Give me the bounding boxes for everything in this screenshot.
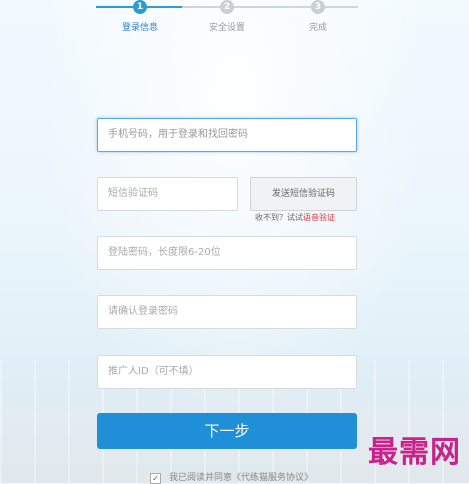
- step-number: 3: [311, 0, 325, 14]
- confirm-password-input[interactable]: 请确认登录密码: [97, 295, 357, 329]
- referrer-id-input[interactable]: 推广人ID（可不填）: [97, 355, 357, 389]
- step-label: 完成: [308, 23, 327, 33]
- next-step-button[interactable]: 下一步: [97, 413, 357, 449]
- voice-verify-hint: 收不到？试试语音验证: [255, 212, 335, 223]
- step-label: 安全设置: [208, 23, 245, 33]
- password-input[interactable]: 登陆密码，长度限6-20位: [97, 236, 357, 270]
- step-security: 2 安全设置: [197, 0, 257, 33]
- step-login-info: 1 登录信息: [110, 0, 170, 33]
- voice-verify-link[interactable]: 语音验证: [303, 213, 335, 222]
- step-label: 登录信息: [121, 23, 158, 33]
- agreement-row: ✓ 我已阅读并同意《代练猫服务协议》: [150, 470, 313, 484]
- agree-checkbox[interactable]: ✓: [150, 473, 161, 484]
- sms-code-input[interactable]: 短信验证码: [97, 177, 238, 211]
- progress-steps: 1 登录信息 2 安全设置 3 完成: [96, 0, 358, 40]
- send-sms-button[interactable]: 发送短信验证码: [250, 177, 357, 211]
- watermark-logo: 最需网: [368, 435, 461, 470]
- agreement-text[interactable]: 我已阅读并同意《代练猫服务协议》: [169, 473, 313, 483]
- hint-text: 收不到？试试: [255, 213, 303, 222]
- step-number: 2: [220, 0, 234, 14]
- step-number: 1: [133, 0, 147, 14]
- step-complete: 3 完成: [288, 0, 348, 33]
- phone-input[interactable]: 手机号码，用于登录和找回密码: [97, 118, 357, 152]
